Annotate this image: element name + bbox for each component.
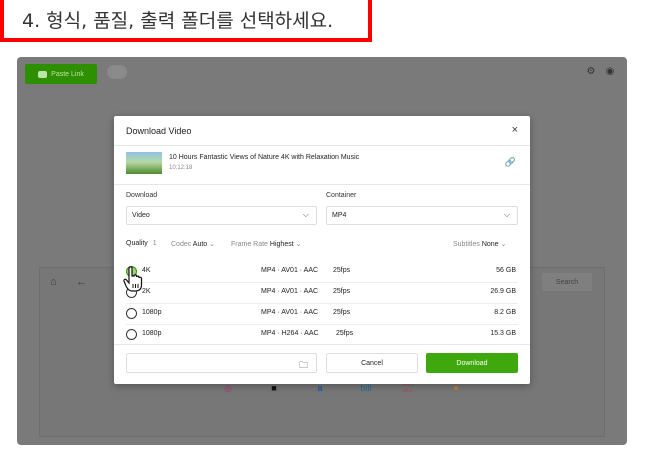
- chevron-down-icon: ⌵: [503, 210, 510, 219]
- back-arrow-icon[interactable]: ←: [76, 276, 87, 288]
- fps: 25fps: [336, 330, 354, 337]
- file-size: 56 GB: [496, 267, 516, 274]
- codec-filter[interactable]: Codec Auto ⌄: [171, 240, 215, 248]
- instruction-caption: 4. 형식, 품질, 출력 폴더를 선택하세요.: [0, 0, 372, 42]
- caption-text: 4. 형식, 품질, 출력 폴더를 선택하세요.: [22, 9, 334, 32]
- chevron-down-icon: ⌄: [209, 241, 216, 248]
- format: MP4 · AV01 · AAC: [261, 267, 319, 274]
- resolution: 1080p: [142, 309, 162, 316]
- framerate-filter[interactable]: Frame Rate Highest ⌄: [231, 240, 301, 248]
- video-info: 10 Hours Fantastic Views of Nature 4K wi…: [126, 152, 518, 178]
- container-value: MP4: [332, 212, 347, 219]
- download-type-label: Download: [126, 192, 158, 199]
- video-duration: 10:12:18: [169, 165, 193, 171]
- search-button[interactable]: Search: [542, 273, 592, 291]
- file-size: 26.9 GB: [490, 288, 516, 295]
- link-icon[interactable]: 🔗: [505, 157, 516, 168]
- subtitles-label: Subtitles: [453, 241, 480, 248]
- framerate-value: Highest: [269, 241, 294, 248]
- codec-value: Auto: [192, 241, 208, 248]
- divider: [114, 145, 530, 146]
- chevron-down-icon: ⌵: [302, 210, 309, 219]
- quality-label: Quality: [126, 240, 148, 247]
- divider: [114, 344, 530, 345]
- fps: 25fps: [333, 267, 351, 274]
- chevron-down-icon: ⌄: [500, 241, 507, 248]
- container-label: Container: [326, 192, 357, 199]
- quality-row[interactable]: 4K MP4 · AV01 · AAC 25fps 56 GB: [126, 263, 518, 281]
- quality-row[interactable]: 2K MP4 · AV01 · AAC 25fps 26.9 GB: [126, 284, 518, 302]
- quality-count: 1: [152, 240, 157, 247]
- bulb-toggle[interactable]: [107, 65, 127, 79]
- file-size: 15.3 GB: [490, 330, 516, 337]
- quality-row[interactable]: 1080p MP4 · AV01 · AAC 25fps 8.2 GB: [126, 305, 518, 323]
- output-folder-field[interactable]: 🗀: [126, 353, 317, 373]
- resolution: 4K: [142, 267, 151, 274]
- chevron-down-icon: ⌄: [295, 241, 302, 248]
- cancel-button[interactable]: Cancel: [326, 353, 418, 373]
- settings-gear-icon[interactable]: ⚙: [585, 66, 597, 78]
- row-divider: [126, 324, 518, 325]
- close-icon[interactable]: ×: [512, 124, 518, 136]
- fps: 25fps: [333, 309, 351, 316]
- subtitles-value: None: [481, 241, 499, 248]
- radio-button[interactable]: [126, 308, 137, 319]
- codec-label: Codec: [171, 241, 192, 248]
- fps: 25fps: [333, 288, 351, 295]
- radio-button[interactable]: [126, 329, 137, 340]
- folder-icon[interactable]: 🗀: [299, 358, 308, 374]
- divider: [114, 184, 530, 185]
- cancel-label: Cancel: [361, 359, 383, 367]
- video-thumbnail: [126, 152, 162, 174]
- dialog-title: Download Video: [126, 126, 192, 136]
- row-divider: [126, 282, 518, 283]
- download-button[interactable]: Download: [426, 353, 518, 373]
- home-icon[interactable]: ⌂: [50, 276, 57, 288]
- resolution: 2K: [142, 288, 151, 295]
- download-type-value: Video: [132, 212, 150, 219]
- download-button-label: Download: [456, 359, 488, 367]
- format: MP4 · AV01 · AAC: [261, 288, 319, 295]
- account-icon[interactable]: ◉: [604, 66, 616, 78]
- container-select[interactable]: MP4 ⌵: [326, 206, 518, 225]
- video-title: 10 Hours Fantastic Views of Nature 4K wi…: [169, 154, 360, 161]
- subtitles-filter[interactable]: Subtitles None ⌄: [453, 240, 506, 248]
- format: MP4 · H264 · AAC: [261, 330, 319, 337]
- row-divider: [126, 303, 518, 304]
- format: MP4 · AV01 · AAC: [261, 309, 319, 316]
- youtube-icon: [38, 70, 48, 78]
- hand-pointer-icon: [123, 266, 143, 292]
- paste-link-label: Paste Link: [51, 70, 84, 78]
- file-size: 8.2 GB: [494, 309, 516, 316]
- download-type-select[interactable]: Video ⌵: [126, 206, 317, 225]
- search-label: Search: [555, 278, 579, 286]
- resolution: 1080p: [142, 330, 162, 337]
- quality-filter[interactable]: Quality 1: [126, 240, 157, 247]
- framerate-label: Frame Rate: [231, 241, 268, 248]
- paste-link-button[interactable]: Paste Link: [25, 64, 97, 84]
- quality-row[interactable]: 1080p MP4 · H264 · AAC 25fps 15.3 GB: [126, 326, 518, 344]
- download-video-dialog: Download Video × 10 Hours Fantastic View…: [114, 116, 530, 384]
